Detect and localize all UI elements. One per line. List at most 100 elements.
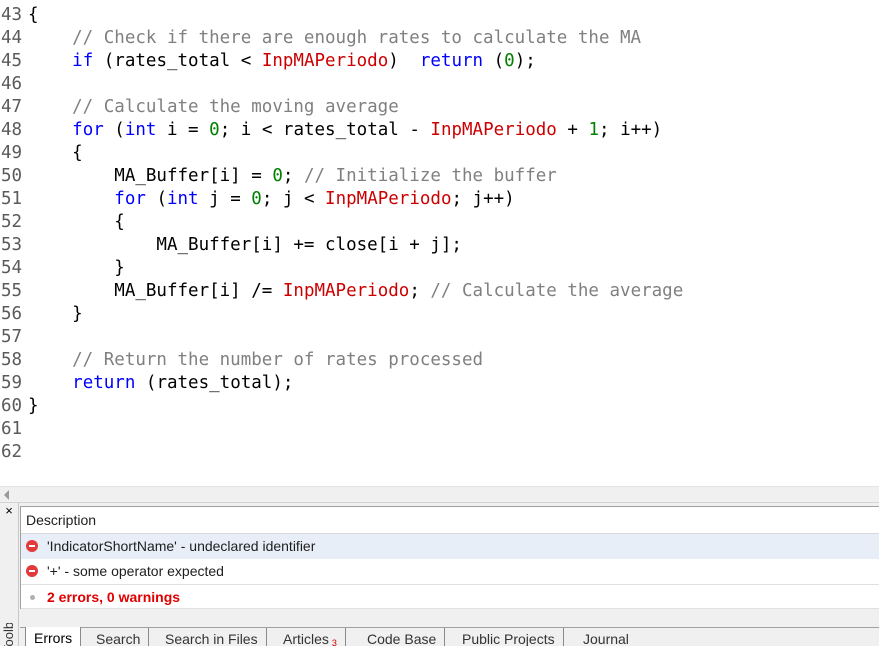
code-text: for (int j = 0; j < InpMAPeriodo; j++) [30,188,515,211]
description-column-header[interactable]: Description [21,507,879,534]
code-text: MA_Buffer[i] /= InpMAPeriodo; // Calcula… [30,280,683,303]
summary-row[interactable]: 2 errors, 0 warnings [21,584,879,609]
code-line[interactable]: 60} [0,395,879,418]
code-token: MA_Buffer[i] /= [30,281,283,301]
code-token: 0 [272,166,283,186]
toolbox-panel: × Toolbox Description 'IndicatorShortNam… [0,503,879,646]
close-icon[interactable]: × [2,504,16,518]
line-number: 53 [1,235,23,255]
line-number: 61 [1,419,23,439]
error-summary: 2 errors, 0 warnings [47,589,181,605]
code-line[interactable]: 54 } [0,257,879,280]
code-token: ; j++) [451,189,515,209]
line-number: 51 [1,189,23,209]
code-token: ( [145,189,167,209]
error-message: 'IndicatorShortName' - undeclared identi… [47,538,316,554]
tab-public-projects[interactable]: Public Projects [454,628,564,646]
brace-token: { [28,5,39,25]
code-token: return [72,373,136,393]
code-text: if (rates_total < InpMAPeriodo) return (… [30,50,536,73]
error-row[interactable]: '+' - some operator expected [21,559,879,584]
code-line[interactable]: 58 // Return the number of rates process… [0,349,879,372]
line-number: 43 [1,5,23,25]
code-token: (rates_total < [93,51,262,71]
code-text: MA_Buffer[i] = 0; // Initialize the buff… [30,165,557,188]
code-line[interactable]: 49 { [0,142,879,165]
brace-token: } [28,396,39,416]
code-token: InpMAPeriodo [261,51,389,71]
code-token: } [30,258,125,278]
code-line[interactable]: 51 for (int j = 0; j < InpMAPeriodo; j++… [0,188,879,211]
code-text: } [30,303,83,326]
error-row[interactable]: 'IndicatorShortName' - undeclared identi… [21,534,879,559]
code-token: for [72,120,104,140]
code-token: MA_Buffer[i] += close[i + j]; [30,235,462,255]
articles-count-badge: 3 [331,638,337,646]
line-number: 54 [1,258,23,278]
code-line[interactable]: 43{ [0,4,879,27]
code-text: MA_Buffer[i] += close[i + j]; [30,234,462,257]
error-icon [26,540,38,552]
code-line[interactable]: 45 if (rates_total < InpMAPeriodo) retur… [0,50,879,73]
tab-search[interactable]: Search [88,628,150,646]
horizontal-scrollbar[interactable] [0,486,879,503]
line-number: 62 [1,442,23,462]
code-token: if [72,51,94,71]
code-token: } [30,304,83,324]
info-dot-icon [30,595,35,600]
code-token: // Initialize the buffer [303,166,557,186]
code-token: { [30,143,83,163]
code-token: ( [103,120,125,140]
code-token: // Calculate the moving average [30,97,399,117]
code-token: ( [483,51,505,71]
code-line[interactable]: 50 MA_Buffer[i] = 0; // Initialize the b… [0,165,879,188]
code-token: // Check if there are enough rates to ca… [30,28,642,48]
code-line[interactable]: 47 // Calculate the moving average [0,96,879,119]
toolbox-tab-bar: Errors Search Search in Files Articles 3 … [20,627,879,646]
code-line[interactable]: 59 return (rates_total); [0,372,879,395]
code-text: } [30,257,125,280]
line-number: 46 [1,74,23,94]
code-text: // Return the number of rates processed [30,349,483,372]
code-line[interactable]: 55 MA_Buffer[i] /= InpMAPeriodo; // Calc… [0,280,879,303]
code-line[interactable]: 56 } [0,303,879,326]
code-line[interactable]: 61 [0,418,879,441]
code-token: ; [282,166,304,186]
code-token: ; i++) [599,120,663,140]
code-token: 0 [504,51,515,71]
tab-search-in-files[interactable]: Search in Files [157,628,267,646]
tab-journal[interactable]: Journal [575,628,637,646]
code-token: + [556,120,589,140]
code-line[interactable]: 44 // Check if there are enough rates to… [0,27,879,50]
code-token: InpMAPeriodo [282,281,410,301]
code-token: for [114,189,146,209]
code-line[interactable]: 62 [0,441,879,464]
tab-code-base[interactable]: Code Base [359,628,446,646]
tab-articles[interactable]: Articles 3 [275,628,346,646]
scroll-left-arrow-icon[interactable] [4,490,9,500]
code-token: // Calculate the average [430,281,684,301]
code-token: MA_Buffer[i] = [30,166,273,186]
code-token: ; i < rates_total - [219,120,431,140]
code-token: return [419,51,484,71]
code-token: ; [409,281,431,301]
code-line[interactable]: 53 MA_Buffer[i] += close[i + j]; [0,234,879,257]
code-token: 0 [209,120,220,140]
code-token: // Return the number of rates processed [30,350,484,370]
code-line[interactable]: 48 for (int i = 0; i < rates_total - Inp… [0,119,879,142]
code-line[interactable]: 57 [0,326,879,349]
line-number: 57 [1,327,23,347]
code-editor[interactable]: 43{44 // Check if there are enough rates… [0,0,879,486]
tab-label: Public Projects [462,631,555,646]
tab-label: Journal [583,631,629,646]
code-text: // Check if there are enough rates to ca… [30,27,641,50]
code-line[interactable]: 52 { [0,211,879,234]
line-number: 59 [1,373,23,393]
line-number: 45 [1,51,23,71]
tab-errors[interactable]: Errors [25,627,82,646]
line-number: 60 [1,396,23,416]
code-text: for (int i = 0; i < rates_total - InpMAP… [30,119,662,142]
code-line[interactable]: 46 [0,73,879,96]
